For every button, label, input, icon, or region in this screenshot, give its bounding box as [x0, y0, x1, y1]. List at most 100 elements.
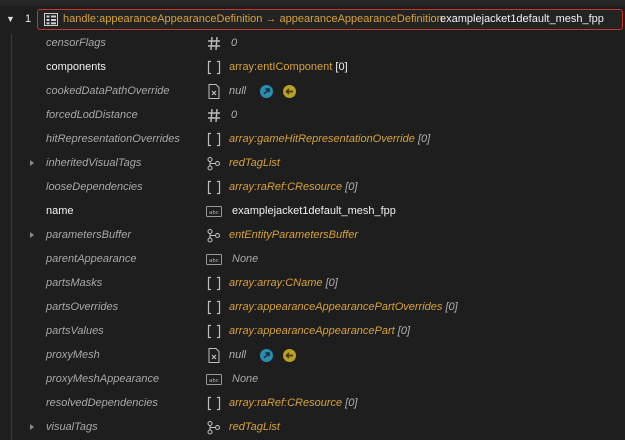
selected-node-box[interactable]: handle:appearanceAppearanceDefinition → …: [37, 9, 623, 30]
array-count: [0]: [417, 133, 431, 145]
abc-icon: abc: [206, 372, 222, 387]
property-name: resolvedDependencies: [46, 397, 158, 409]
property-name: partsValues: [46, 325, 104, 337]
array-count: [0]: [445, 301, 458, 313]
array-type: array:raRef:CResource: [229, 181, 343, 193]
property-value[interactable]: redTagList: [229, 157, 280, 169]
property-name: cookedDataPathOverride: [46, 85, 170, 97]
property-name: censorFlags: [46, 37, 106, 49]
property-name: name: [46, 205, 74, 217]
brackets-icon: [206, 324, 222, 339]
property-row-looseDependencies[interactable]: looseDependencies array:raRef:CResource […: [0, 176, 625, 200]
expand-caret-icon[interactable]: [30, 424, 34, 430]
svg-text:abc: abc: [209, 210, 219, 216]
property-value[interactable]: None: [232, 253, 258, 265]
root-node-index: 1: [25, 13, 32, 25]
array-type: array:gameHitRepresentationOverride: [229, 133, 415, 145]
property-row-partsValues[interactable]: partsValues array:appearanceAppearancePar…: [0, 320, 625, 344]
brackets-icon: [206, 180, 222, 195]
property-value[interactable]: null: [229, 349, 246, 361]
property-value[interactable]: array:raRef:CResource [0]: [229, 397, 357, 409]
file-ref-icon: [206, 348, 222, 363]
open-reference-icon[interactable]: [260, 85, 273, 98]
property-value[interactable]: null: [229, 85, 246, 97]
property-row-resolvedDependencies[interactable]: resolvedDependencies array:raRef:CResourc…: [0, 392, 625, 416]
property-name: proxyMesh: [46, 349, 100, 361]
property-row-proxyMesh[interactable]: proxyMesh null: [0, 344, 625, 368]
array-type: array:raRef:CResource: [229, 397, 343, 409]
expand-caret-icon[interactable]: [30, 160, 34, 166]
brackets-icon: [206, 132, 222, 147]
property-value[interactable]: redTagList: [229, 421, 280, 433]
property-row-components[interactable]: components array:entIComponent [0]: [0, 56, 625, 80]
brackets-icon: [206, 300, 222, 315]
property-row-hitRepresentationOverrides[interactable]: hitRepresentationOverrides array:gameHitR…: [0, 128, 625, 152]
hierarchy-icon: [206, 420, 222, 435]
property-name: partsOverrides: [46, 301, 119, 313]
property-value[interactable]: array:entIComponent [0]: [229, 61, 348, 73]
property-value[interactable]: array:raRef:CResource [0]: [229, 181, 357, 193]
property-name: visualTags: [46, 421, 98, 433]
property-row-name[interactable]: name abc examplejacket1default_mesh_fpp: [0, 200, 625, 224]
hash-icon: [206, 36, 222, 51]
brackets-icon: [206, 396, 222, 411]
array-type: array:appearanceAppearancePart: [229, 325, 395, 337]
expand-caret-icon[interactable]: [30, 232, 34, 238]
brackets-icon: [206, 60, 222, 75]
property-row-visualTags[interactable]: visualTags redTagList: [0, 416, 625, 440]
brackets-icon: [206, 276, 222, 291]
property-row-cookedDataPathOverride[interactable]: cookedDataPathOverride null: [0, 80, 625, 104]
hierarchy-icon: [206, 156, 222, 171]
property-row-censorFlags[interactable]: censorFlags 0: [0, 32, 625, 56]
property-row-inheritedVisualTags[interactable]: inheritedVisualTags redTagList: [0, 152, 625, 176]
property-row-parametersBuffer[interactable]: parametersBuffer entEntityParametersBuffe…: [0, 224, 625, 248]
previous-row-fragment: [0, 0, 625, 6]
property-value[interactable]: array:appearanceAppearancePartOverrides …: [229, 301, 458, 313]
property-name: components: [46, 61, 106, 73]
array-type: array:array:CName: [229, 277, 323, 289]
chevron-down-icon[interactable]: ▼: [6, 14, 16, 24]
property-name: proxyMeshAppearance: [46, 373, 160, 385]
root-node-value: examplejacket1default_mesh_fpp: [440, 13, 604, 25]
property-name: forcedLodDistance: [46, 109, 138, 121]
property-value[interactable]: 0: [231, 109, 237, 121]
property-name: partsMasks: [46, 277, 103, 289]
array-type: array:entIComponent: [229, 61, 333, 73]
back-arrow-icon[interactable]: [283, 85, 296, 98]
array-count: [0]: [335, 61, 348, 73]
class-definition-icon: [44, 13, 58, 26]
property-value[interactable]: array:gameHitRepresentationOverride [0]: [229, 133, 430, 145]
property-value[interactable]: examplejacket1default_mesh_fpp: [232, 205, 396, 217]
back-arrow-icon[interactable]: [283, 349, 296, 362]
property-value[interactable]: array:appearanceAppearancePart [0]: [229, 325, 410, 337]
property-row-forcedLodDistance[interactable]: forcedLodDistance 0: [0, 104, 625, 128]
property-name: parentAppearance: [46, 253, 137, 265]
array-count: [0]: [397, 325, 411, 337]
array-type: array:appearanceAppearancePartOverrides: [229, 301, 443, 313]
array-count: [0]: [345, 181, 358, 193]
property-value[interactable]: array:array:CName [0]: [229, 277, 338, 289]
file-ref-icon: [206, 84, 222, 99]
array-count: [0]: [325, 277, 338, 289]
open-reference-icon[interactable]: [260, 349, 273, 362]
property-name: hitRepresentationOverrides: [46, 133, 180, 145]
root-node-type: handle:appearanceAppearanceDefinition → …: [63, 13, 443, 25]
property-value[interactable]: entEntityParametersBuffer: [229, 229, 358, 241]
property-row-partsMasks[interactable]: partsMasks array:array:CName [0]: [0, 272, 625, 296]
array-count: [0]: [345, 397, 358, 409]
hash-icon: [206, 108, 222, 123]
hierarchy-icon: [206, 228, 222, 243]
property-name: looseDependencies: [46, 181, 143, 193]
property-value[interactable]: None: [232, 373, 258, 385]
abc-icon: abc: [206, 204, 222, 219]
property-row-proxyMeshAppearance[interactable]: proxyMeshAppearance abc None: [0, 368, 625, 392]
property-value[interactable]: 0: [231, 37, 237, 49]
root-node-row[interactable]: ▼ 1 handle:appearanceAppearanceDefinitio…: [0, 8, 625, 32]
property-name: inheritedVisualTags: [46, 157, 142, 169]
property-row-partsOverrides[interactable]: partsOverrides array:appearanceAppearance…: [0, 296, 625, 320]
abc-icon: abc: [206, 252, 222, 267]
property-name: parametersBuffer: [46, 229, 131, 241]
property-row-parentAppearance[interactable]: parentAppearance abc None: [0, 248, 625, 272]
svg-text:abc: abc: [209, 258, 219, 264]
svg-text:abc: abc: [209, 378, 219, 384]
